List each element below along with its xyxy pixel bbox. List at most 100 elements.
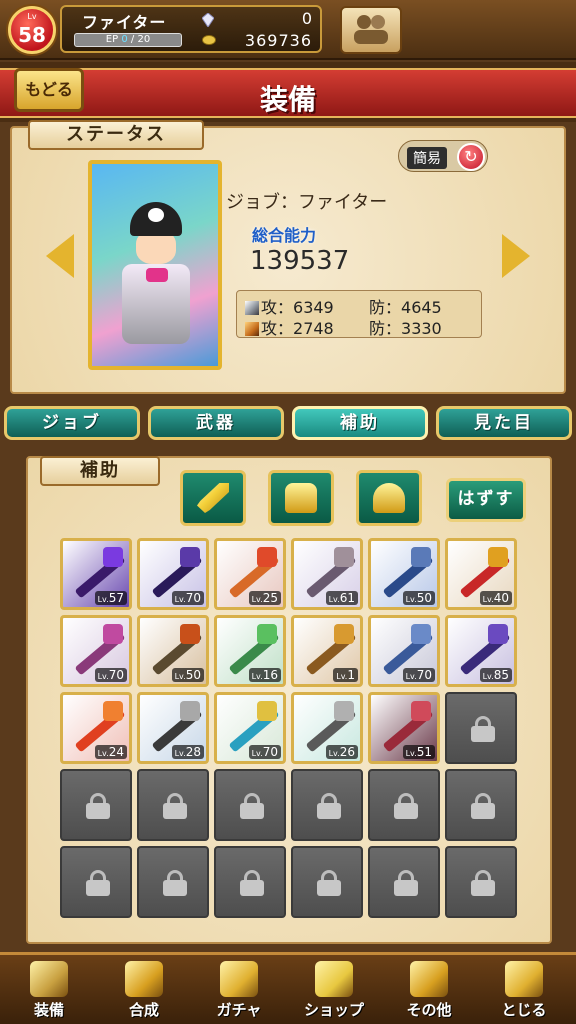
- hammer-icon: [125, 961, 163, 997]
- back-button[interactable]: もどる: [14, 68, 84, 112]
- level-value: 58: [18, 23, 46, 47]
- lock-icon: [240, 793, 264, 819]
- equipment-slot[interactable]: Lv.85: [445, 615, 517, 687]
- filter-sword-button[interactable]: [180, 470, 246, 526]
- equipment-slot[interactable]: Lv.25: [214, 538, 286, 610]
- category-tabs: ジョブ 武器 補助 見た目: [0, 402, 576, 444]
- tab-support[interactable]: 補助: [292, 406, 428, 440]
- nav-item[interactable]: ガチャ: [196, 959, 282, 1024]
- equipment-slot[interactable]: Lv.1: [291, 615, 363, 687]
- level-prefix: Lv.: [336, 672, 348, 681]
- locked-slot: [291, 769, 363, 841]
- level-number: 85: [493, 668, 509, 682]
- level-prefix: Lv.: [251, 749, 263, 758]
- close-lion-icon: [505, 961, 543, 997]
- crystal-icon: [315, 961, 353, 997]
- weapon-head-icon: [257, 547, 277, 567]
- bottom-nav: 装備 合成 ガチャ ショップ その他 とじる: [0, 952, 576, 1024]
- level-number: 25: [262, 591, 278, 605]
- locked-slot: [137, 846, 209, 918]
- filter-armor-button[interactable]: [268, 470, 334, 526]
- nav-item[interactable]: とじる: [481, 959, 567, 1024]
- lock-icon: [317, 793, 341, 819]
- skull-icon: [148, 208, 164, 222]
- lock-icon: [317, 870, 341, 896]
- nav-item[interactable]: その他: [386, 959, 472, 1024]
- item-grid: Lv.57 Lv.70 Lv.25 Lv.61 Lv.50 Lv.40 Lv.70 Lv.50…: [60, 538, 520, 918]
- level-prefix: Lv.: [97, 749, 109, 758]
- lock-body: [163, 803, 187, 819]
- level-tag: Lv: [27, 12, 37, 21]
- equipment-slot[interactable]: Lv.40: [445, 538, 517, 610]
- lock-icon: [394, 870, 418, 896]
- simple-view-toggle[interactable]: 簡易 ↻: [398, 140, 488, 172]
- nav-label: ガチャ: [216, 1001, 262, 1019]
- nav-label: ショップ: [303, 1001, 364, 1019]
- job-name: ファイター: [82, 13, 167, 32]
- level-number: 1: [347, 668, 355, 682]
- item-level: Lv.24: [94, 745, 127, 759]
- equipment-slot[interactable]: Lv.57: [60, 538, 132, 610]
- page-title: 装備: [259, 83, 316, 116]
- prev-arrow-icon[interactable]: [46, 234, 74, 278]
- gear-icon: [410, 961, 448, 997]
- nav-item[interactable]: ショップ: [291, 959, 377, 1024]
- item-level: Lv.57: [94, 591, 127, 605]
- magic-atk-label: 攻：: [261, 319, 294, 338]
- lock-body: [471, 803, 495, 819]
- locked-slot: [445, 769, 517, 841]
- character-portrait: [88, 160, 222, 370]
- lock-icon: [394, 793, 418, 819]
- weapon-head-icon: [180, 701, 200, 721]
- level-prefix: Lv.: [97, 595, 109, 604]
- equipment-slot[interactable]: Lv.50: [368, 538, 440, 610]
- locked-slot: [445, 692, 517, 764]
- ep-label: EP: [105, 34, 119, 45]
- tab-weapon[interactable]: 武器: [148, 406, 284, 440]
- locked-slot: [60, 769, 132, 841]
- filter-helmet-button[interactable]: [356, 470, 422, 526]
- character-bow: [146, 268, 168, 282]
- item-level: Lv.40: [479, 591, 512, 605]
- lock-body: [86, 880, 110, 896]
- item-level: Lv.25: [248, 591, 281, 605]
- tab-appearance[interactable]: 見た目: [436, 406, 572, 440]
- weapon-head-icon: [180, 624, 200, 644]
- remove-button[interactable]: はずす: [446, 478, 526, 522]
- equipment-slot[interactable]: Lv.70: [368, 615, 440, 687]
- weapon-head-icon: [103, 624, 123, 644]
- level-number: 51: [416, 745, 432, 759]
- level-number: 26: [339, 745, 355, 759]
- equipment-slot[interactable]: Lv.70: [60, 615, 132, 687]
- lock-body: [394, 880, 418, 896]
- locked-slot: [214, 846, 286, 918]
- level-number: 28: [185, 745, 201, 759]
- nav-label: 装備: [33, 1001, 64, 1019]
- level-number: 70: [262, 745, 278, 759]
- equipment-slot[interactable]: Lv.50: [137, 615, 209, 687]
- nav-item[interactable]: 装備: [6, 959, 92, 1024]
- refresh-icon: ↻: [457, 143, 485, 171]
- lock-icon: [240, 870, 264, 896]
- item-level: Lv.70: [248, 745, 281, 759]
- equipment-slot[interactable]: Lv.51: [368, 692, 440, 764]
- lock-body: [317, 880, 341, 896]
- weapon-head-icon: [334, 624, 354, 644]
- magic-def-value: 3330: [401, 319, 442, 338]
- tab-job[interactable]: ジョブ: [4, 406, 140, 440]
- equipment-slot[interactable]: Lv.16: [214, 615, 286, 687]
- equipment-slot[interactable]: Lv.70: [137, 538, 209, 610]
- equipment-slot[interactable]: Lv.24: [60, 692, 132, 764]
- magic-atk-value: 2748: [293, 319, 334, 338]
- next-arrow-icon[interactable]: [502, 234, 530, 278]
- equipment-slot[interactable]: Lv.28: [137, 692, 209, 764]
- gem-icon: [202, 13, 214, 27]
- nav-item[interactable]: 合成: [101, 959, 187, 1024]
- locked-slot: [137, 769, 209, 841]
- equipment-slot[interactable]: Lv.26: [291, 692, 363, 764]
- lock-body: [471, 880, 495, 896]
- level-number: 16: [262, 668, 278, 682]
- friend-button[interactable]: [340, 6, 402, 54]
- equipment-slot[interactable]: Lv.70: [214, 692, 286, 764]
- equipment-slot[interactable]: Lv.61: [291, 538, 363, 610]
